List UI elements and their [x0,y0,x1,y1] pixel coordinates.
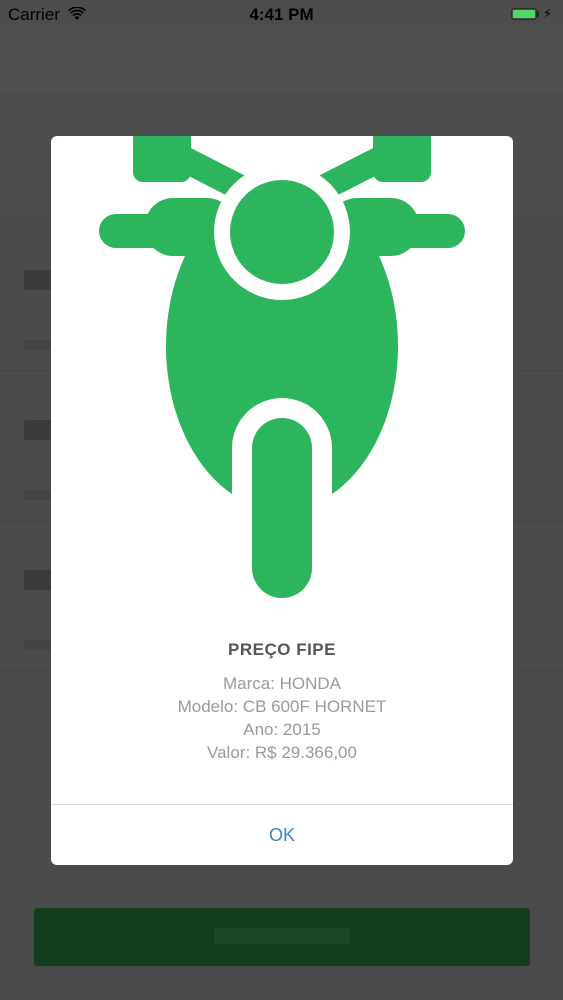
battery-fill [513,10,535,18]
status-bar: Carrier 4:41 PM ⚡ [0,0,563,30]
battery-icon [511,8,537,20]
valor-line: Valor: R$ 29.366,00 [207,743,357,762]
marca-line: Marca: HONDA [222,674,342,693]
background-field-label [24,420,52,440]
background-field-label [24,570,52,590]
motorcycle-icon [99,136,465,598]
clock: 4:41 PM [249,5,314,24]
ano-line: Ano: 2015 [243,720,321,739]
bolt-icon: ⚡ [543,6,553,21]
background-field-value [24,340,54,350]
ok-button[interactable]: OK [51,805,513,865]
background-button-label [214,928,350,944]
background-search-button [34,908,530,966]
background-field-value [24,490,54,500]
background-nav-bar [0,30,563,95]
fipe-price-alert: PREÇO FIPE Marca: HONDA Modelo: CB 600F … [51,136,513,865]
background-field-label [24,270,52,290]
background-field-value [24,640,54,650]
modelo-line: Modelo: CB 600F HORNET [177,697,387,716]
alert-title: PREÇO FIPE [228,640,336,659]
battery-tip [537,11,539,17]
